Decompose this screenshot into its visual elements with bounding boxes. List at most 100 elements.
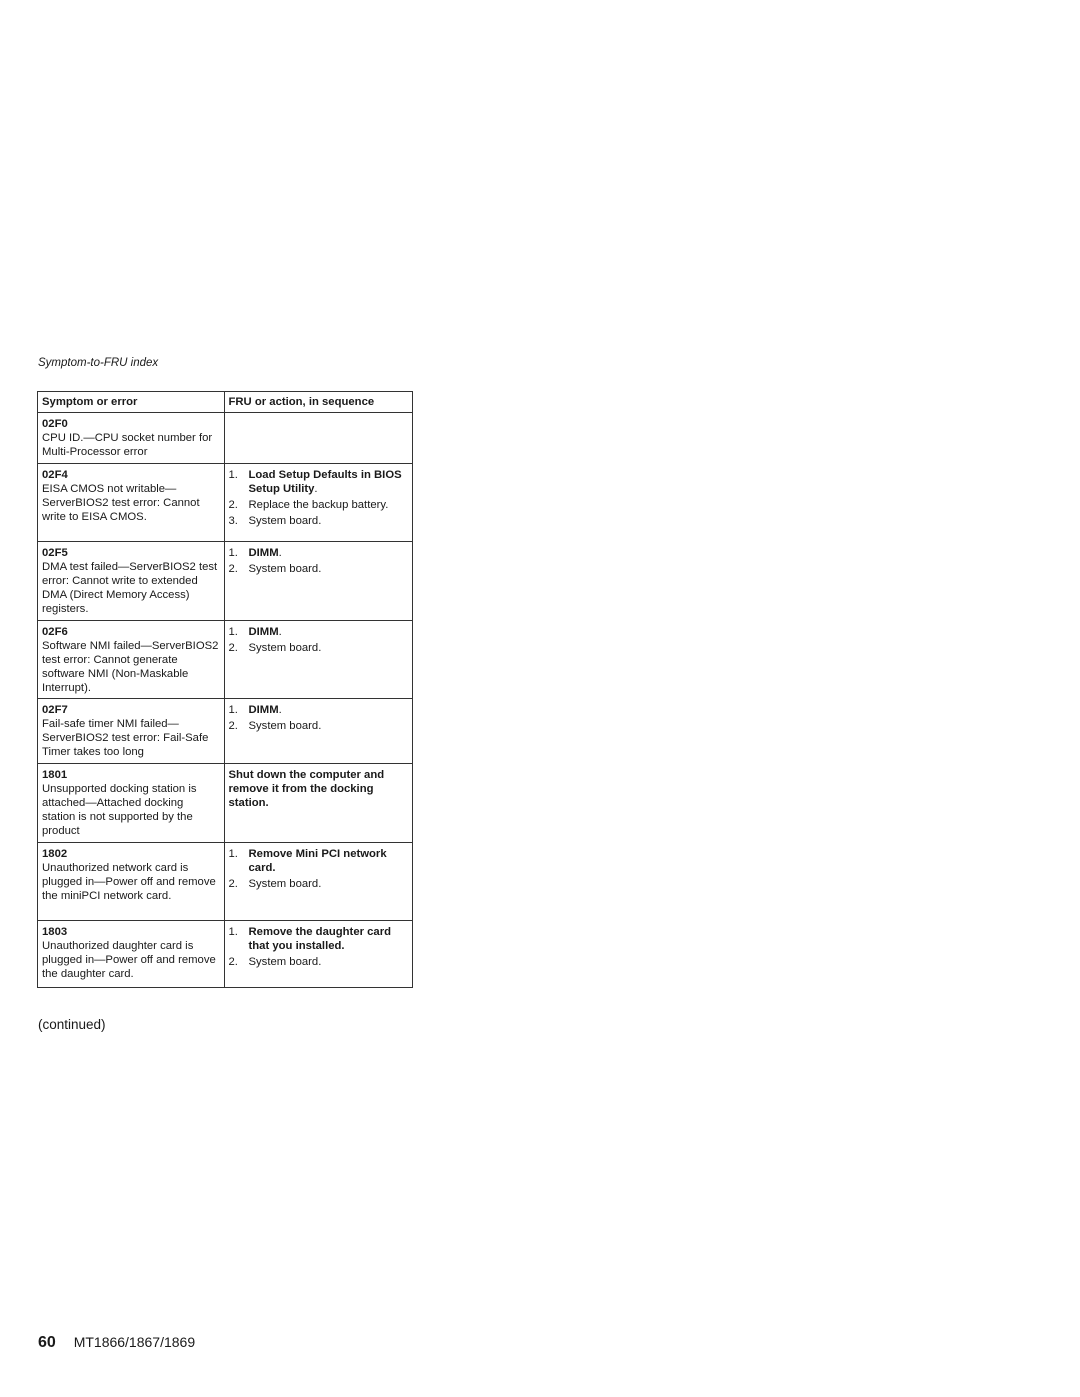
fru-action-cell: 1. DIMM. 2. System board. [223, 698, 413, 764]
action-item: 2. System board. [229, 955, 409, 969]
error-description: Unauthorized daughter card is plugged in… [42, 940, 216, 980]
header-symptom: Symptom or error [37, 391, 225, 413]
action-plain-text: System board. [248, 956, 322, 968]
action-number: 2. [228, 956, 238, 968]
action-number: 1. [228, 704, 238, 716]
error-code: 02F4 [42, 469, 68, 481]
error-code: 1802 [42, 848, 68, 860]
page-footer: 60 MT1866/1867/1869 [38, 1334, 195, 1352]
table-row: 02F6 Software NMI failed—ServerBIOS2 test… [37, 620, 413, 699]
table-row: 02F0 CPU ID.—CPU socket number for Multi-… [37, 412, 413, 464]
error-code: 02F7 [42, 704, 68, 716]
action-item: 2. Replace the backup battery. [229, 498, 409, 512]
action-number: 1. [228, 848, 238, 860]
action-bold-text: Remove the daughter card that you instal… [248, 926, 392, 952]
table-body: 02F0 CPU ID.—CPU socket number for Multi-… [37, 412, 413, 988]
action-text: System board. [249, 562, 322, 576]
action-text: System board. [249, 514, 322, 528]
action-plain-text: . [278, 704, 282, 716]
action-number: 1. [228, 469, 238, 481]
action-bold-text: DIMM [248, 704, 279, 716]
model-number: MT1866/1867/1869 [73, 1334, 196, 1350]
action-list: 1. DIMM. 2. System board. [229, 625, 409, 655]
action-text: Remove the daughter card that you instal… [249, 925, 409, 953]
table-row: 02F7 Fail-safe timer NMI failed—ServerBIO… [37, 698, 413, 764]
action-number: 2. [228, 563, 238, 575]
action-item: 1. Remove the daughter card that you inst… [229, 925, 409, 953]
error-description: Unauthorized network card is plugged in—… [42, 862, 216, 902]
action-plain-text: System board. [248, 642, 322, 654]
error-code: 02F6 [42, 626, 68, 638]
table-row: 02F4 EISA CMOS not writable—ServerBIOS2 t… [37, 463, 413, 542]
action-text: Remove Mini PCI network card. [249, 847, 409, 875]
running-head: Symptom-to-FRU index [38, 357, 159, 369]
action-number: 1. [228, 626, 238, 638]
action-text: Replace the backup battery. [249, 498, 389, 512]
action-bold-text: Load Setup Defaults in BIOS Setup Utilit… [248, 469, 402, 495]
error-description: Fail-safe timer NMI failed—ServerBIOS2 t… [42, 718, 209, 758]
symptom-cell: 02F0 CPU ID.—CPU socket number for Multi-… [37, 412, 225, 464]
action-text: System board. [249, 641, 322, 655]
action-bold-text: DIMM [248, 547, 279, 559]
action-bold-text: Remove Mini PCI network card. [248, 848, 387, 874]
fru-action-cell: Shut down the computer and remove it fro… [223, 763, 413, 843]
error-description: Unsupported docking station is attached—… [42, 783, 197, 837]
symptom-cell: 02F5 DMA test failed—ServerBIOS2 test err… [37, 541, 225, 621]
error-description: Software NMI failed—ServerBIOS2 test err… [42, 640, 219, 694]
page-number: 60 [38, 1334, 56, 1351]
action-text: DIMM. [249, 703, 282, 717]
fru-action-cell: 1. Load Setup Defaults in BIOS Setup Util… [223, 463, 413, 542]
action-plain-text: Replace the backup battery. [248, 499, 389, 511]
action-item: 2. System board. [229, 562, 409, 576]
action-plain-text: System board. [248, 563, 322, 575]
action-item: 1. Remove Mini PCI network card. [229, 847, 409, 875]
action-plain-text: . [278, 626, 282, 638]
action-item: 1. DIMM. [229, 546, 409, 560]
fru-action-cell: 1. DIMM. 2. System board. [223, 620, 413, 699]
table-row: 1803 Unauthorized daughter card is plugge… [37, 920, 413, 988]
table-row: 02F5 DMA test failed—ServerBIOS2 test err… [37, 541, 413, 621]
action-text: DIMM. [249, 625, 282, 639]
action-text: Load Setup Defaults in BIOS Setup Utilit… [249, 468, 409, 496]
error-code: 02F0 [42, 418, 68, 430]
action-text: System board. [249, 877, 322, 891]
action-text: DIMM. [249, 546, 282, 560]
symptom-cell: 02F6 Software NMI failed—ServerBIOS2 test… [37, 620, 225, 699]
symptom-cell: 02F7 Fail-safe timer NMI failed—ServerBIO… [37, 698, 225, 764]
action-plain-text: . [314, 483, 318, 495]
action-text: Shut down the computer and remove it fro… [228, 769, 385, 809]
action-item: 2. System board. [229, 877, 409, 891]
action-item: 1. DIMM. [229, 703, 409, 717]
action-item: 2. System board. [229, 719, 409, 733]
action-bold-text: DIMM [248, 626, 279, 638]
symptom-fru-table: Symptom or error FRU or action, in seque… [37, 391, 413, 988]
action-number: 2. [228, 720, 238, 732]
action-plain-text: System board. [248, 515, 322, 527]
action-list: 1. Remove the daughter card that you inst… [229, 925, 409, 969]
error-description: DMA test failed—ServerBIOS2 test error: … [42, 561, 218, 615]
fru-action-cell: 1. DIMM. 2. System board. [223, 541, 413, 621]
action-plain-text: System board. [248, 720, 322, 732]
symptom-cell: 1803 Unauthorized daughter card is plugge… [37, 920, 225, 988]
table-row: 1802 Unauthorized network card is plugged… [37, 842, 413, 921]
action-list: 1. DIMM. 2. System board. [229, 546, 409, 576]
action-item: 2. System board. [229, 641, 409, 655]
action-text: System board. [249, 955, 322, 969]
action-plain-text: . [278, 547, 282, 559]
symptom-cell: 02F4 EISA CMOS not writable—ServerBIOS2 t… [37, 463, 225, 542]
table-header-row: Symptom or error FRU or action, in seque… [37, 391, 413, 413]
action-text: System board. [249, 719, 322, 733]
action-plain-text: System board. [248, 878, 322, 890]
action-list: 1. Load Setup Defaults in BIOS Setup Util… [229, 468, 409, 528]
action-number: 3. [228, 515, 238, 527]
table-row: 1801 Unsupported docking station is attac… [37, 763, 413, 843]
header-fru-action: FRU or action, in sequence [223, 391, 413, 413]
action-list: 1. DIMM. 2. System board. [229, 703, 409, 733]
fru-action-cell: 1. Remove the daughter card that you inst… [223, 920, 413, 988]
action-item: 3. System board. [229, 514, 409, 528]
action-number: 2. [228, 642, 238, 654]
action-number: 2. [228, 878, 238, 890]
fru-action-cell [223, 412, 413, 464]
action-number: 2. [228, 499, 238, 511]
action-item: 1. DIMM. [229, 625, 409, 639]
